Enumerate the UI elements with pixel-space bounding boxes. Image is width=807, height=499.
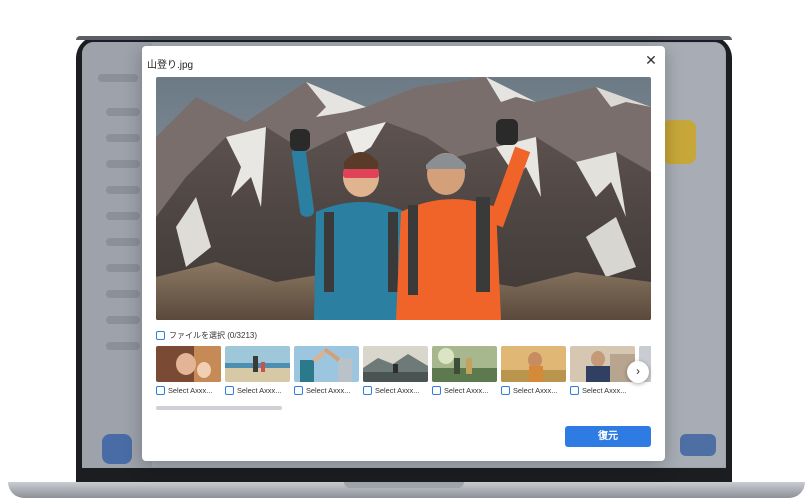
thumbnail-item[interactable]: Select Axxx... [294,346,359,395]
thumbnail-checkbox[interactable] [294,386,303,395]
thumbnail-item[interactable]: Select Axxx... [501,346,566,395]
thumbnail-checkbox[interactable] [156,386,165,395]
image-preview [156,77,651,320]
thumbnail-image[interactable] [501,346,566,382]
chevron-right-icon[interactable]: › [627,361,649,383]
select-all-label: ファイルを選択 (0/3213) [169,331,258,340]
thumbnail-item[interactable]: Select Axxx... [225,346,290,395]
thumbnail-item[interactable]: Select Axxx... [156,346,221,395]
select-all-checkbox[interactable] [156,331,165,340]
thumbnail-label: Select Axxx... [237,386,282,395]
thumbnail-image[interactable] [432,346,497,382]
close-icon[interactable]: ✕ [643,52,659,68]
thumbnail-checkbox[interactable] [225,386,234,395]
laptop-notch [344,482,464,488]
thumbnail-label: Select Axxx... [375,386,420,395]
thumbnail-item[interactable]: Select Axxx... [363,346,428,395]
thumbnail-scrollbar[interactable] [156,406,282,410]
select-all-files[interactable]: ファイルを選択 (0/3213) [156,330,257,341]
thumbnail-label: Select Axxx... [168,386,213,395]
thumbnail-checkbox[interactable] [363,386,372,395]
thumbnail-image[interactable] [225,346,290,382]
preview-dialog: 山登り.jpg ✕ ファイルを選択 (0/3213) Select Axxx..… [142,46,665,461]
thumbnail-checkbox[interactable] [570,386,579,395]
thumbnail-item[interactable]: Select Axxx... [432,346,497,395]
thumbnail-label: Select Axxx... [513,386,558,395]
thumbnail-image[interactable] [294,346,359,382]
thumbnail-checkbox[interactable] [432,386,441,395]
thumbnail-image[interactable] [363,346,428,382]
thumbnail-image[interactable] [156,346,221,382]
thumbnail-checkbox[interactable] [501,386,510,395]
thumbnail-item[interactable]: Select Axxx... [570,346,635,395]
thumbnail-label: Select Axxx... [582,386,627,395]
thumbnail-strip: Select Axxx... Select Axxx... Select Axx… [156,346,651,398]
thumbnail-label: Select Axxx... [306,386,351,395]
restore-button[interactable]: 復元 [565,426,651,447]
dialog-title: 山登り.jpg [147,60,194,71]
thumbnail-label: Select Axxx... [444,386,489,395]
thumbnail-image[interactable] [570,346,635,382]
